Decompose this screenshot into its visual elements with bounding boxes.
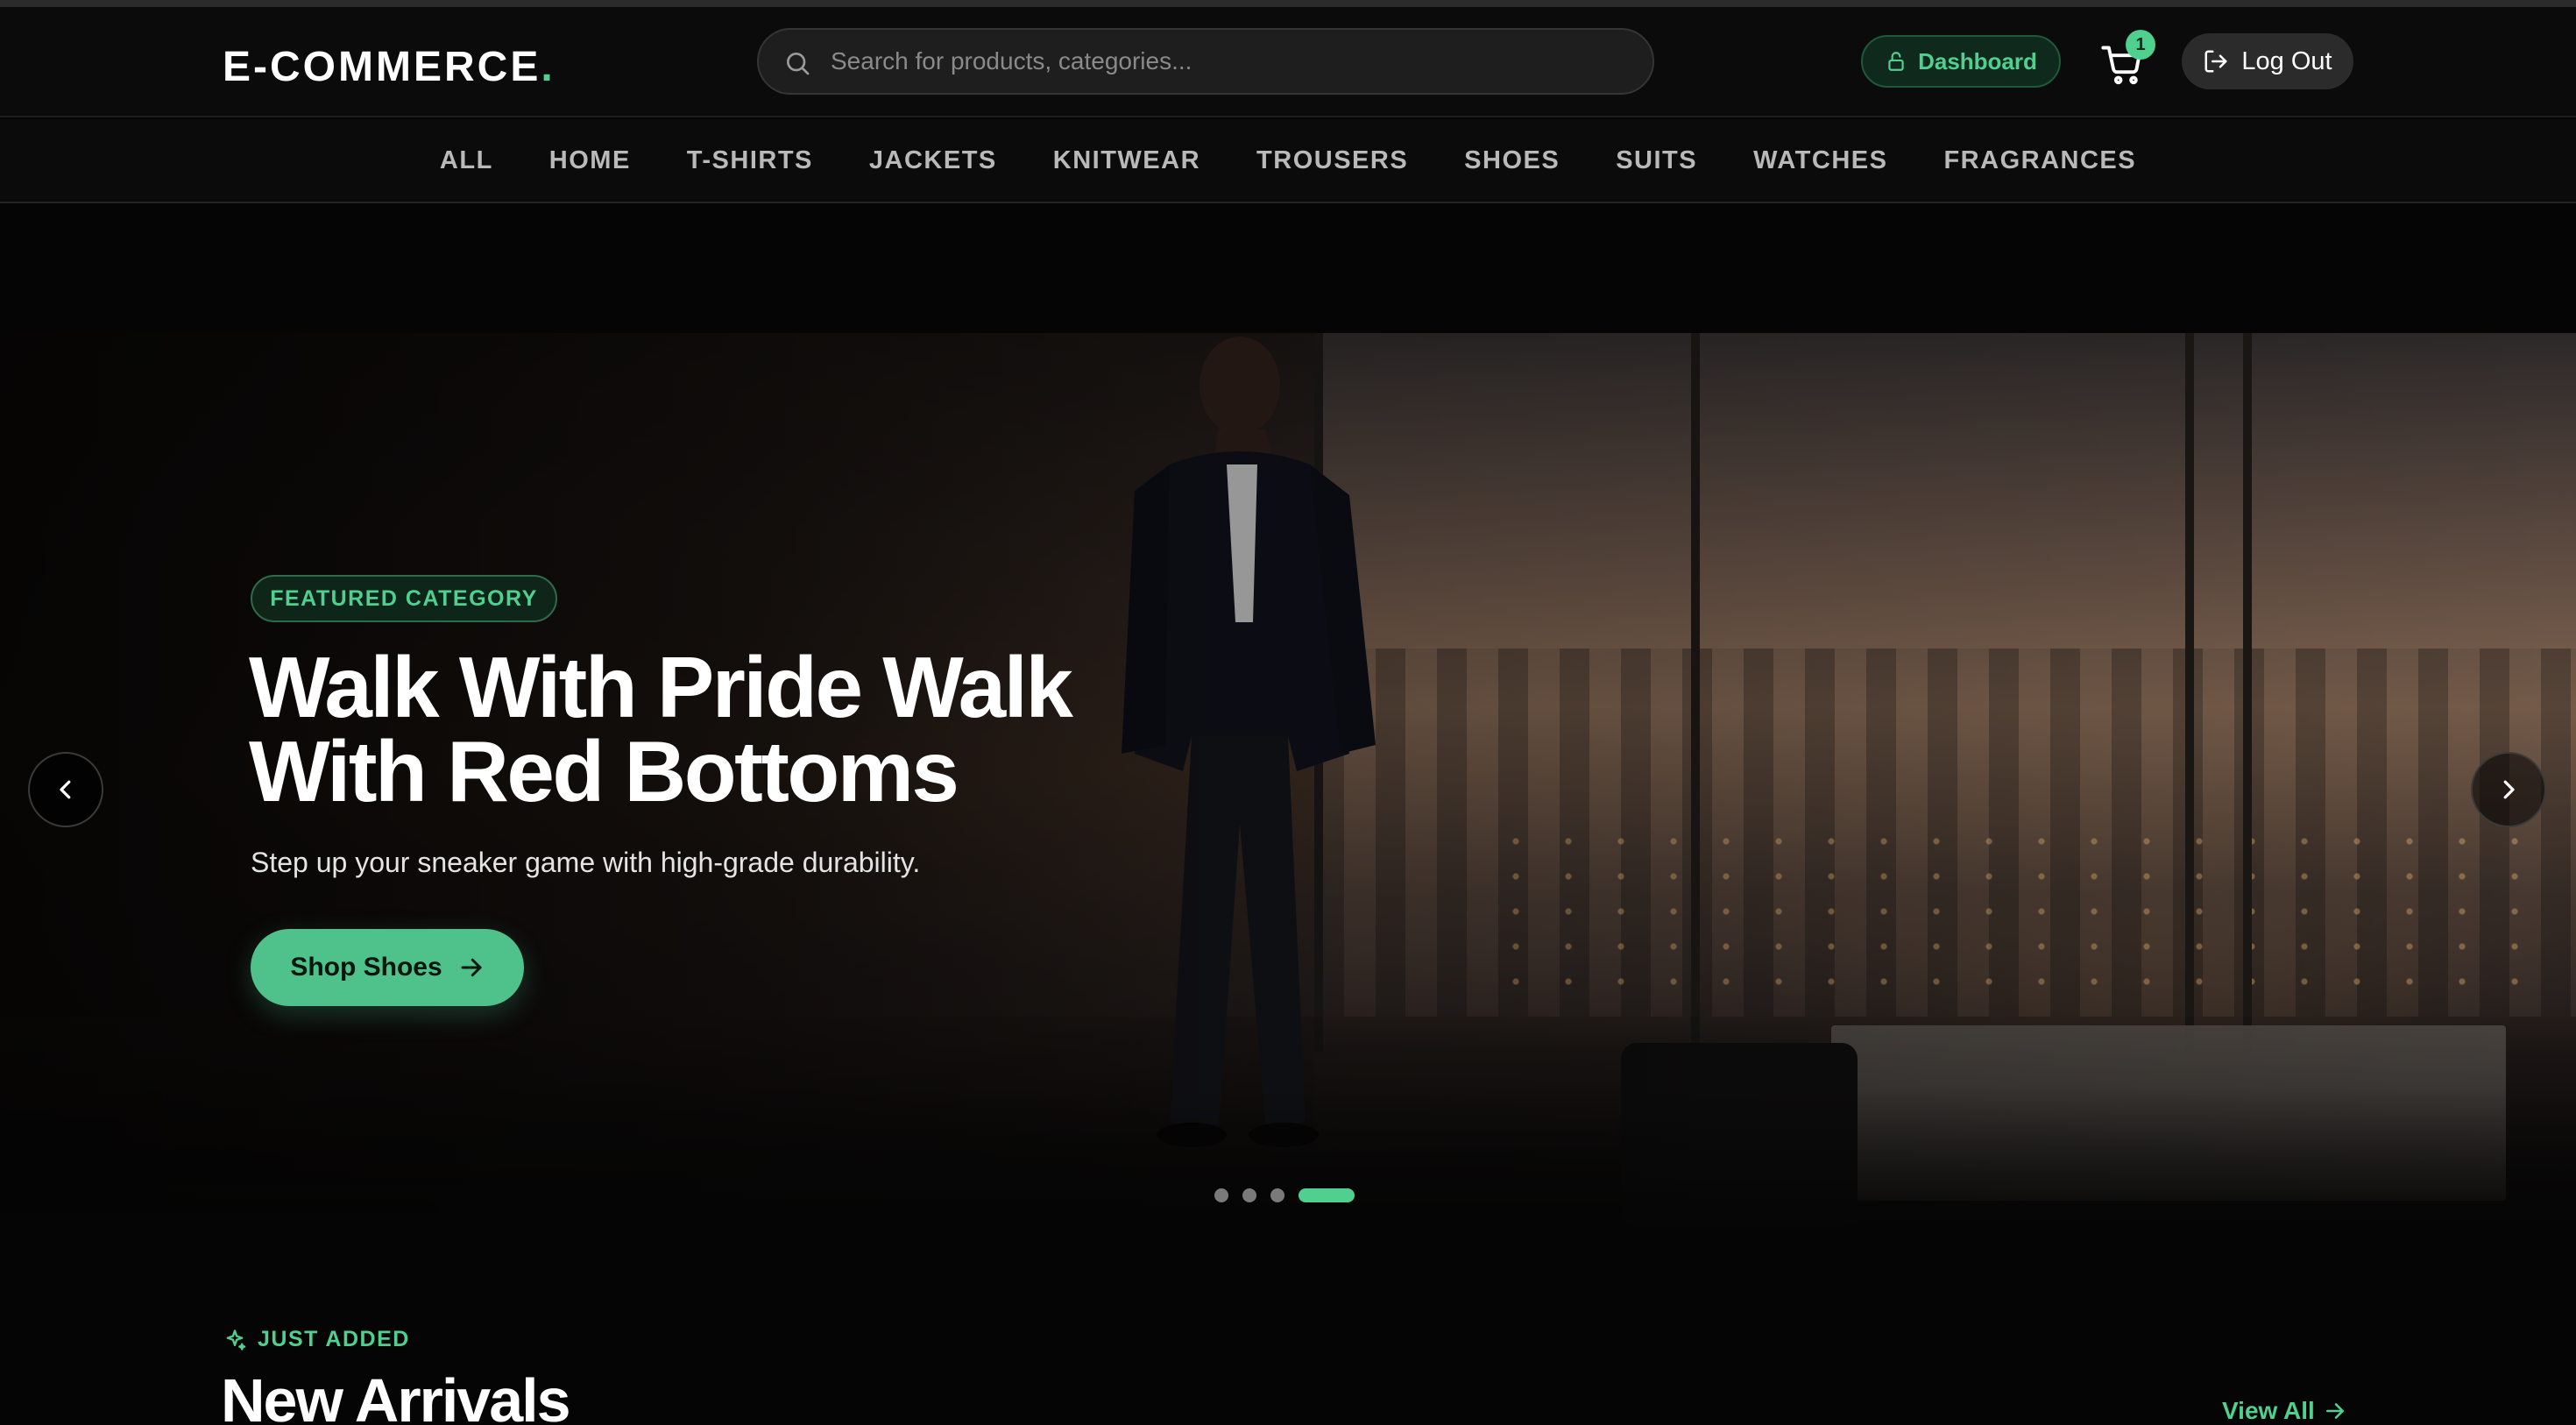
nav-item-t-shirts[interactable]: T-SHIRTS: [687, 146, 813, 175]
search-icon: [787, 53, 810, 75]
arrow-right-icon: [2325, 1403, 2344, 1419]
carousel-dot[interactable]: [1214, 1188, 1228, 1202]
carousel-dot[interactable]: [1270, 1188, 1284, 1202]
carousel-indicators: [1214, 1188, 1355, 1202]
nav-item-all[interactable]: ALL: [440, 146, 493, 175]
section-title: New Arrivals: [221, 1366, 571, 1425]
chevron-left-icon: [60, 780, 71, 799]
site-header: E-COMMERCE. Dashboard 1 Log Out: [0, 7, 2576, 117]
carousel-dot[interactable]: [1299, 1188, 1355, 1202]
nav-item-suits[interactable]: SUITS: [1616, 146, 1697, 175]
hero-bottom-fade: [0, 1087, 2576, 1244]
dashboard-button[interactable]: Dashboard: [1861, 35, 2061, 88]
hero-carousel: FEATURED CATEGORY Walk With Pride Walk W…: [0, 333, 2576, 1244]
logout-button[interactable]: Log Out: [2182, 33, 2353, 89]
hero-subtitle: Step up your sneaker game with high-grad…: [251, 847, 921, 878]
nav-item-fragrances[interactable]: FRAGRANCES: [1943, 146, 2136, 175]
nav-item-home[interactable]: HOME: [549, 146, 631, 175]
carousel-prev-button[interactable]: [28, 752, 103, 827]
carousel-next-button[interactable]: [2471, 752, 2546, 827]
site-logo[interactable]: E-COMMERCE.: [223, 37, 556, 98]
lock-icon: [1888, 52, 1904, 71]
dashboard-label: Dashboard: [1918, 47, 2037, 74]
arrow-right-icon: [461, 958, 482, 977]
hero-title: Walk With Pride Walk With Red Bottoms: [249, 639, 1073, 819]
nav-item-trousers[interactable]: TROUSERS: [1256, 146, 1408, 175]
logout-icon: [2204, 50, 2227, 73]
chevron-right-icon: [2503, 780, 2515, 799]
cart-count-badge: 1: [2126, 30, 2155, 60]
section-eyebrow: JUST ADDED: [223, 1327, 410, 1352]
nav-item-knitwear[interactable]: KNITWEAR: [1053, 146, 1200, 175]
category-nav: ALL HOME T-SHIRTS JACKETS KNITWEAR TROUS…: [0, 119, 2576, 203]
search-bar[interactable]: [757, 28, 1654, 95]
shop-shoes-button[interactable]: Shop Shoes: [251, 929, 524, 1006]
nav-item-watches[interactable]: WATCHES: [1753, 146, 1887, 175]
featured-category-badge: FEATURED CATEGORY: [251, 575, 557, 622]
shop-shoes-label: Shop Shoes: [290, 953, 442, 982]
top-strip: [0, 0, 2576, 7]
search-input[interactable]: [831, 30, 1619, 93]
section-eyebrow-label: JUST ADDED: [258, 1327, 410, 1351]
carousel-dot[interactable]: [1242, 1188, 1256, 1202]
sparkle-icon: [226, 1329, 246, 1351]
view-all-link[interactable]: View All: [2222, 1397, 2346, 1425]
nav-item-jackets[interactable]: JACKETS: [869, 146, 997, 175]
nav-item-shoes[interactable]: SHOES: [1464, 146, 1560, 175]
logout-label: Log Out: [2241, 46, 2332, 75]
view-all-label: View All: [2222, 1397, 2315, 1424]
